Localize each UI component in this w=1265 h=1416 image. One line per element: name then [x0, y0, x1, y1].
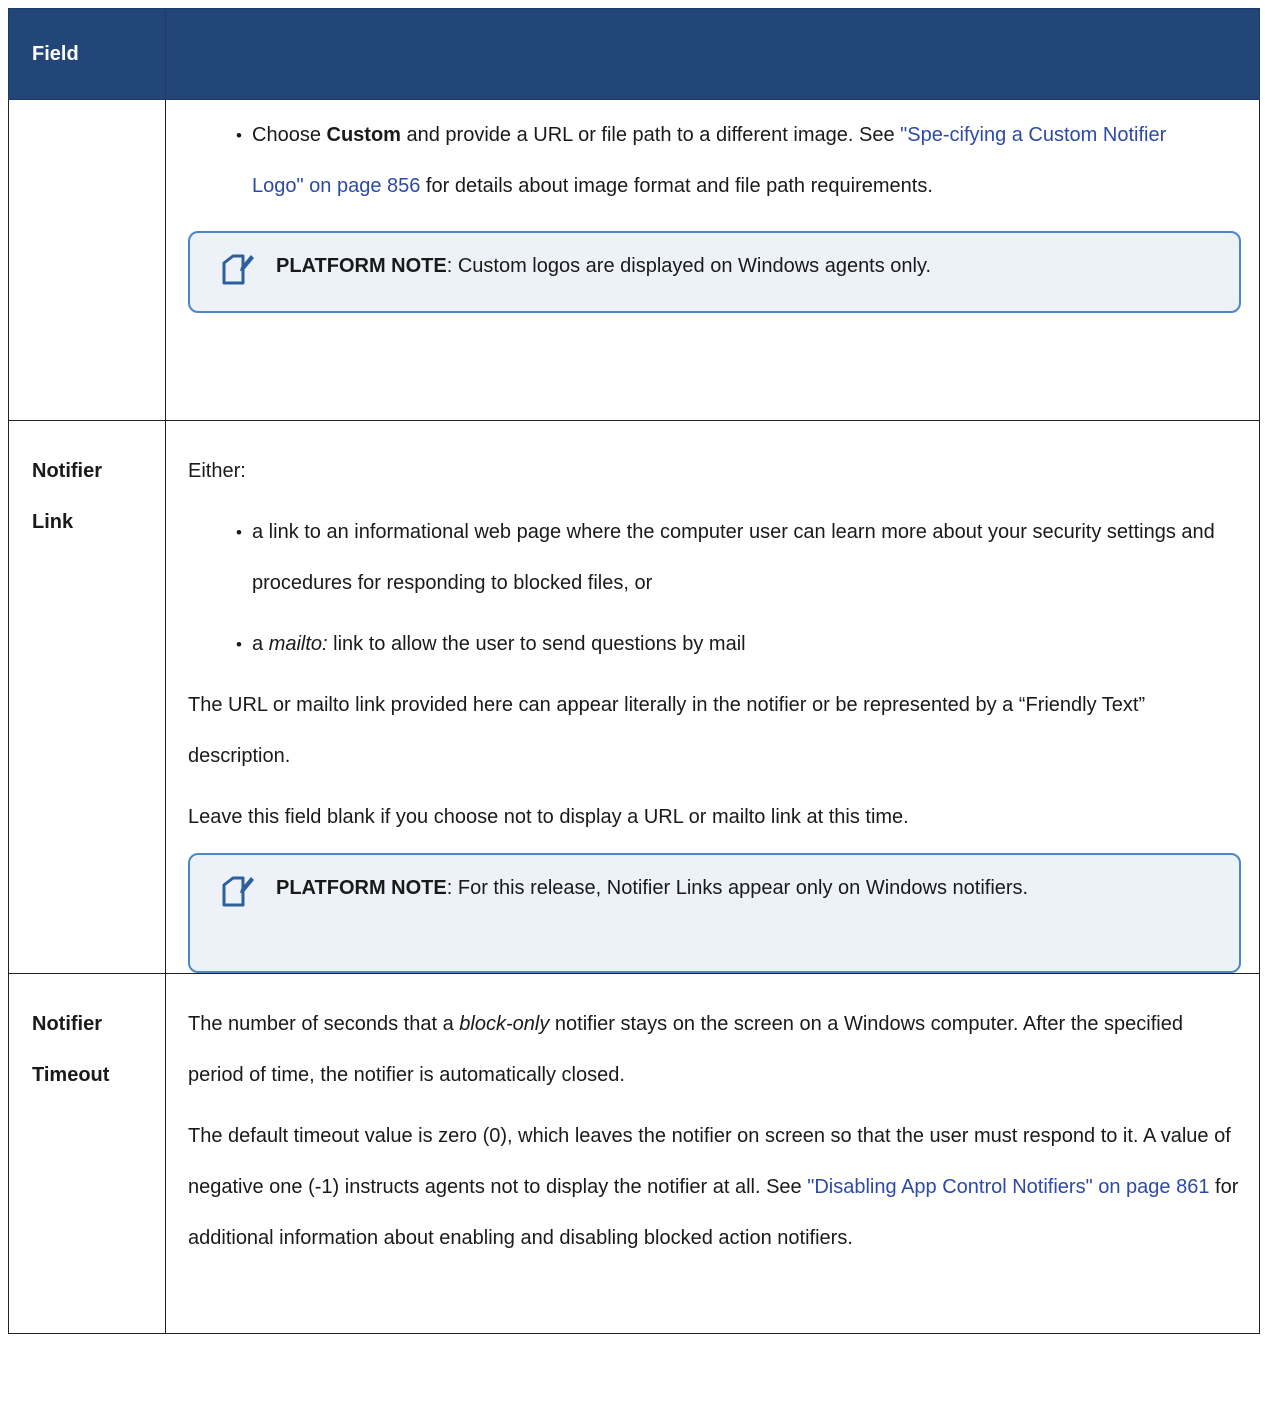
- field-cell: [8, 99, 166, 421]
- intro-text: Either:: [188, 460, 246, 482]
- bullet-list: a link to an informational web page wher…: [188, 507, 1241, 670]
- description-cell: Choose Custom and provide a URL or file …: [165, 99, 1260, 421]
- table-header-row: Field: [8, 8, 1260, 100]
- field-cell: Notifier Timeout: [8, 973, 166, 1334]
- table-row: Choose Custom and provide a URL or file …: [8, 99, 1260, 421]
- body-paragraph: The URL or mailto link provided here can…: [188, 694, 1146, 767]
- platform-note-box: PLATFORM NOTE: For this release, Notifie…: [188, 853, 1241, 973]
- body-paragraph: The number of seconds that a block-only …: [188, 1013, 1183, 1086]
- table-row: Notifier Timeout The number of seconds t…: [8, 973, 1260, 1334]
- body-paragraph: The default timeout value is zero (0), w…: [188, 1125, 1239, 1249]
- field-name: Notifier: [32, 1013, 102, 1035]
- bullet-list: Choose Custom and provide a URL or file …: [188, 110, 1201, 212]
- field-name: Notifier: [32, 460, 102, 482]
- list-item: Choose Custom and provide a URL or file …: [236, 110, 1201, 212]
- header-description: [165, 8, 1260, 100]
- body-paragraph: Leave this field blank if you choose not…: [188, 806, 909, 828]
- field-cell: Notifier Link: [8, 420, 166, 974]
- list-item: a mailto: link to allow the user to send…: [236, 619, 1241, 670]
- description-cell: Either: a link to an informational web p…: [165, 420, 1260, 974]
- field-name-line2: Link: [32, 511, 74, 533]
- table-row: Notifier Link Either: a link to an infor…: [8, 420, 1260, 974]
- disabling-notifiers-link[interactable]: "Disabling App Control Notifiers" on pag…: [807, 1176, 1209, 1198]
- note-pencil-icon: [222, 254, 254, 285]
- field-name-line2: Timeout: [32, 1064, 110, 1086]
- description-cell: The number of seconds that a block-only …: [165, 973, 1260, 1334]
- note-text: PLATFORM NOTE: Custom logos are displaye…: [276, 255, 932, 277]
- field-description-table: Field Choose Custom and provide a URL or…: [8, 8, 1260, 1334]
- platform-note-box: PLATFORM NOTE: Custom logos are displaye…: [188, 231, 1241, 313]
- note-pencil-icon: [222, 876, 254, 907]
- header-field: Field: [8, 8, 166, 100]
- list-item: a link to an informational web page wher…: [236, 507, 1241, 609]
- note-text: PLATFORM NOTE: For this release, Notifie…: [276, 877, 1029, 899]
